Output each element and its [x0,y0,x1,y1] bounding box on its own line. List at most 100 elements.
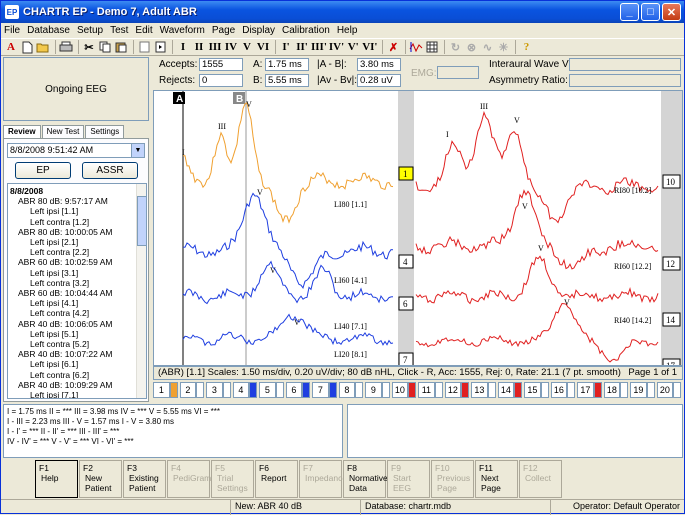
open-folder-icon[interactable] [36,40,50,55]
menu-setup[interactable]: Setup [77,25,103,36]
waveform-canvas[interactable]: A B LI80 [1.1] LI60 [4.1] LI40 [7.1] LI20 [… [154,91,682,373]
print-icon[interactable] [59,40,73,55]
channel-color-swatch[interactable] [434,382,443,398]
channel-button[interactable]: 10 [391,382,409,398]
fkey-f11[interactable]: F11 Next Page [475,460,518,498]
tree-test-node[interactable]: ABR 40 dB: 10:06:05 AM [18,319,113,329]
assr-button[interactable]: ASSR [82,162,138,179]
channel-button[interactable]: 14 [497,382,515,398]
waveform-plot[interactable]: A B LI80 [1.1] LI60 [4.1] LI40 [7.1] LI20 [… [153,90,683,373]
maximize-button[interactable]: □ [641,3,660,21]
channel-button[interactable]: 20 [656,382,674,398]
channel-button[interactable]: 8 [338,382,356,398]
undo-icon[interactable]: ↻ [448,40,462,55]
channel-button[interactable]: 4 [232,382,250,398]
filter-icon[interactable]: ✳ [496,40,510,55]
tree-scrollbar[interactable] [136,184,146,398]
wave-v-button[interactable]: V [240,40,254,55]
tree-test-node[interactable]: ABR 80 dB: 10:00:05 AM [18,227,113,237]
channel-button[interactable]: 3 [206,382,223,398]
tree-leaf-node[interactable]: Left contra [1.2] [30,217,89,227]
tree-leaf-node[interactable]: Left ipsi [3.1] [30,268,78,278]
channel-button[interactable]: 2 [179,382,197,398]
channel-color-swatch[interactable] [567,382,575,398]
channel-button[interactable]: 13 [471,382,488,398]
menu-database[interactable]: Database [27,25,70,36]
clear-marker-icon[interactable]: ✗ [386,40,400,55]
copy-icon[interactable] [98,40,112,55]
wave-iv-button[interactable]: IV [224,40,238,55]
channel-color-swatch[interactable] [673,382,681,398]
tree-leaf-node[interactable]: Left contra [3.2] [30,278,89,288]
channel-color-swatch[interactable] [646,382,655,398]
tree-leaf-node[interactable]: Left ipsi [1.1] [30,206,78,216]
waveform-trace-ri80[interactable] [415,110,659,224]
channel-color-swatch[interactable] [514,382,522,398]
channel-color-swatch[interactable] [540,382,549,398]
new-file-icon[interactable] [20,40,34,55]
channel-button[interactable]: 6 [285,382,303,398]
menu-display[interactable]: Display [242,25,275,36]
channel-color-swatch[interactable] [408,382,416,398]
fkey-f10[interactable]: F10 Previous Page [431,460,474,498]
channel-button[interactable]: 7 [312,382,329,398]
fkey-f4[interactable]: F4 PediGram [167,460,211,498]
tab-new-test[interactable]: New Test [41,125,85,139]
channel-color-swatch[interactable] [381,382,390,398]
menu-waveform[interactable]: Waveform [160,25,205,36]
channel-color-swatch[interactable] [302,382,310,398]
page-prev-icon[interactable] [137,40,151,55]
paste-icon[interactable] [114,40,128,55]
tab-settings[interactable]: Settings [85,125,125,139]
smooth-icon[interactable]: ∿ [480,40,494,55]
channel-color-swatch[interactable] [249,382,257,398]
tree-leaf-node[interactable]: Left ipsi [6.1] [30,359,78,369]
menu-page[interactable]: Page [212,25,235,36]
wave-iii-prime-button[interactable]: III' [311,40,327,55]
channel-button[interactable]: 1 [153,382,170,398]
tree-test-node[interactable]: ABR 60 dB: 10:02:59 AM [18,257,113,267]
tree-leaf-node[interactable]: Left contra [6.2] [30,370,89,380]
font-a-button[interactable]: A [4,40,18,55]
channel-color-swatch[interactable] [620,382,628,398]
date-select[interactable]: 8/8/2008 9:51:42 AM ▼ [7,143,145,158]
channel-button[interactable]: 5 [259,382,276,398]
tree-leaf-node[interactable]: Left ipsi [5.1] [30,329,78,339]
notes-textarea[interactable] [347,404,683,458]
wave-i-prime-button[interactable]: I' [279,40,293,55]
fkey-f6[interactable]: F6 Report [255,460,298,498]
channel-color-swatch[interactable] [461,382,469,398]
tree-leaf-node[interactable]: Left ipsi [7.1] [30,390,78,398]
fkey-f3[interactable]: F3 Existing Patient [123,460,166,498]
menu-file[interactable]: File [4,25,20,36]
channel-color-swatch[interactable] [169,382,178,398]
tree-leaf-node[interactable]: Left ipsi [2.1] [30,237,78,247]
wave-i-button[interactable]: I [176,40,190,55]
channel-color-swatch[interactable] [487,382,496,398]
tab-review[interactable]: Review [3,125,41,139]
close-button[interactable]: ✕ [662,3,681,21]
channel-button[interactable]: 18 [603,382,621,398]
menu-edit[interactable]: Edit [135,25,152,36]
waveform-trace-ri20[interactable] [415,302,659,363]
channel-button[interactable]: 17 [577,382,594,398]
channel-button[interactable]: 16 [550,382,568,398]
tree-test-node[interactable]: ABR 60 dB: 10:04:44 AM [18,288,113,298]
wave-v-prime-button[interactable]: V' [346,40,360,55]
channel-color-swatch[interactable] [593,382,602,398]
minimize-button[interactable]: _ [620,3,639,21]
channel-button[interactable]: 12 [444,382,462,398]
channel-button[interactable]: 9 [365,382,382,398]
page-next-icon[interactable] [153,40,167,55]
wave-vi-prime-button[interactable]: VI' [362,40,377,55]
tree-leaf-node[interactable]: Left contra [2.2] [30,247,89,257]
menu-help[interactable]: Help [337,25,358,36]
help-icon[interactable]: ? [519,40,533,55]
wave-vi-button[interactable]: VI [256,40,270,55]
fkey-f1[interactable]: F1 Help [35,460,78,498]
menu-test[interactable]: Test [110,25,128,36]
fkey-f8[interactable]: F8 Normative Data [343,460,388,498]
fkey-f12[interactable]: F12 Collect [519,460,562,498]
tree-leaf-node[interactable]: Left ipsi [4.1] [30,298,78,308]
channel-color-swatch[interactable] [275,382,284,398]
